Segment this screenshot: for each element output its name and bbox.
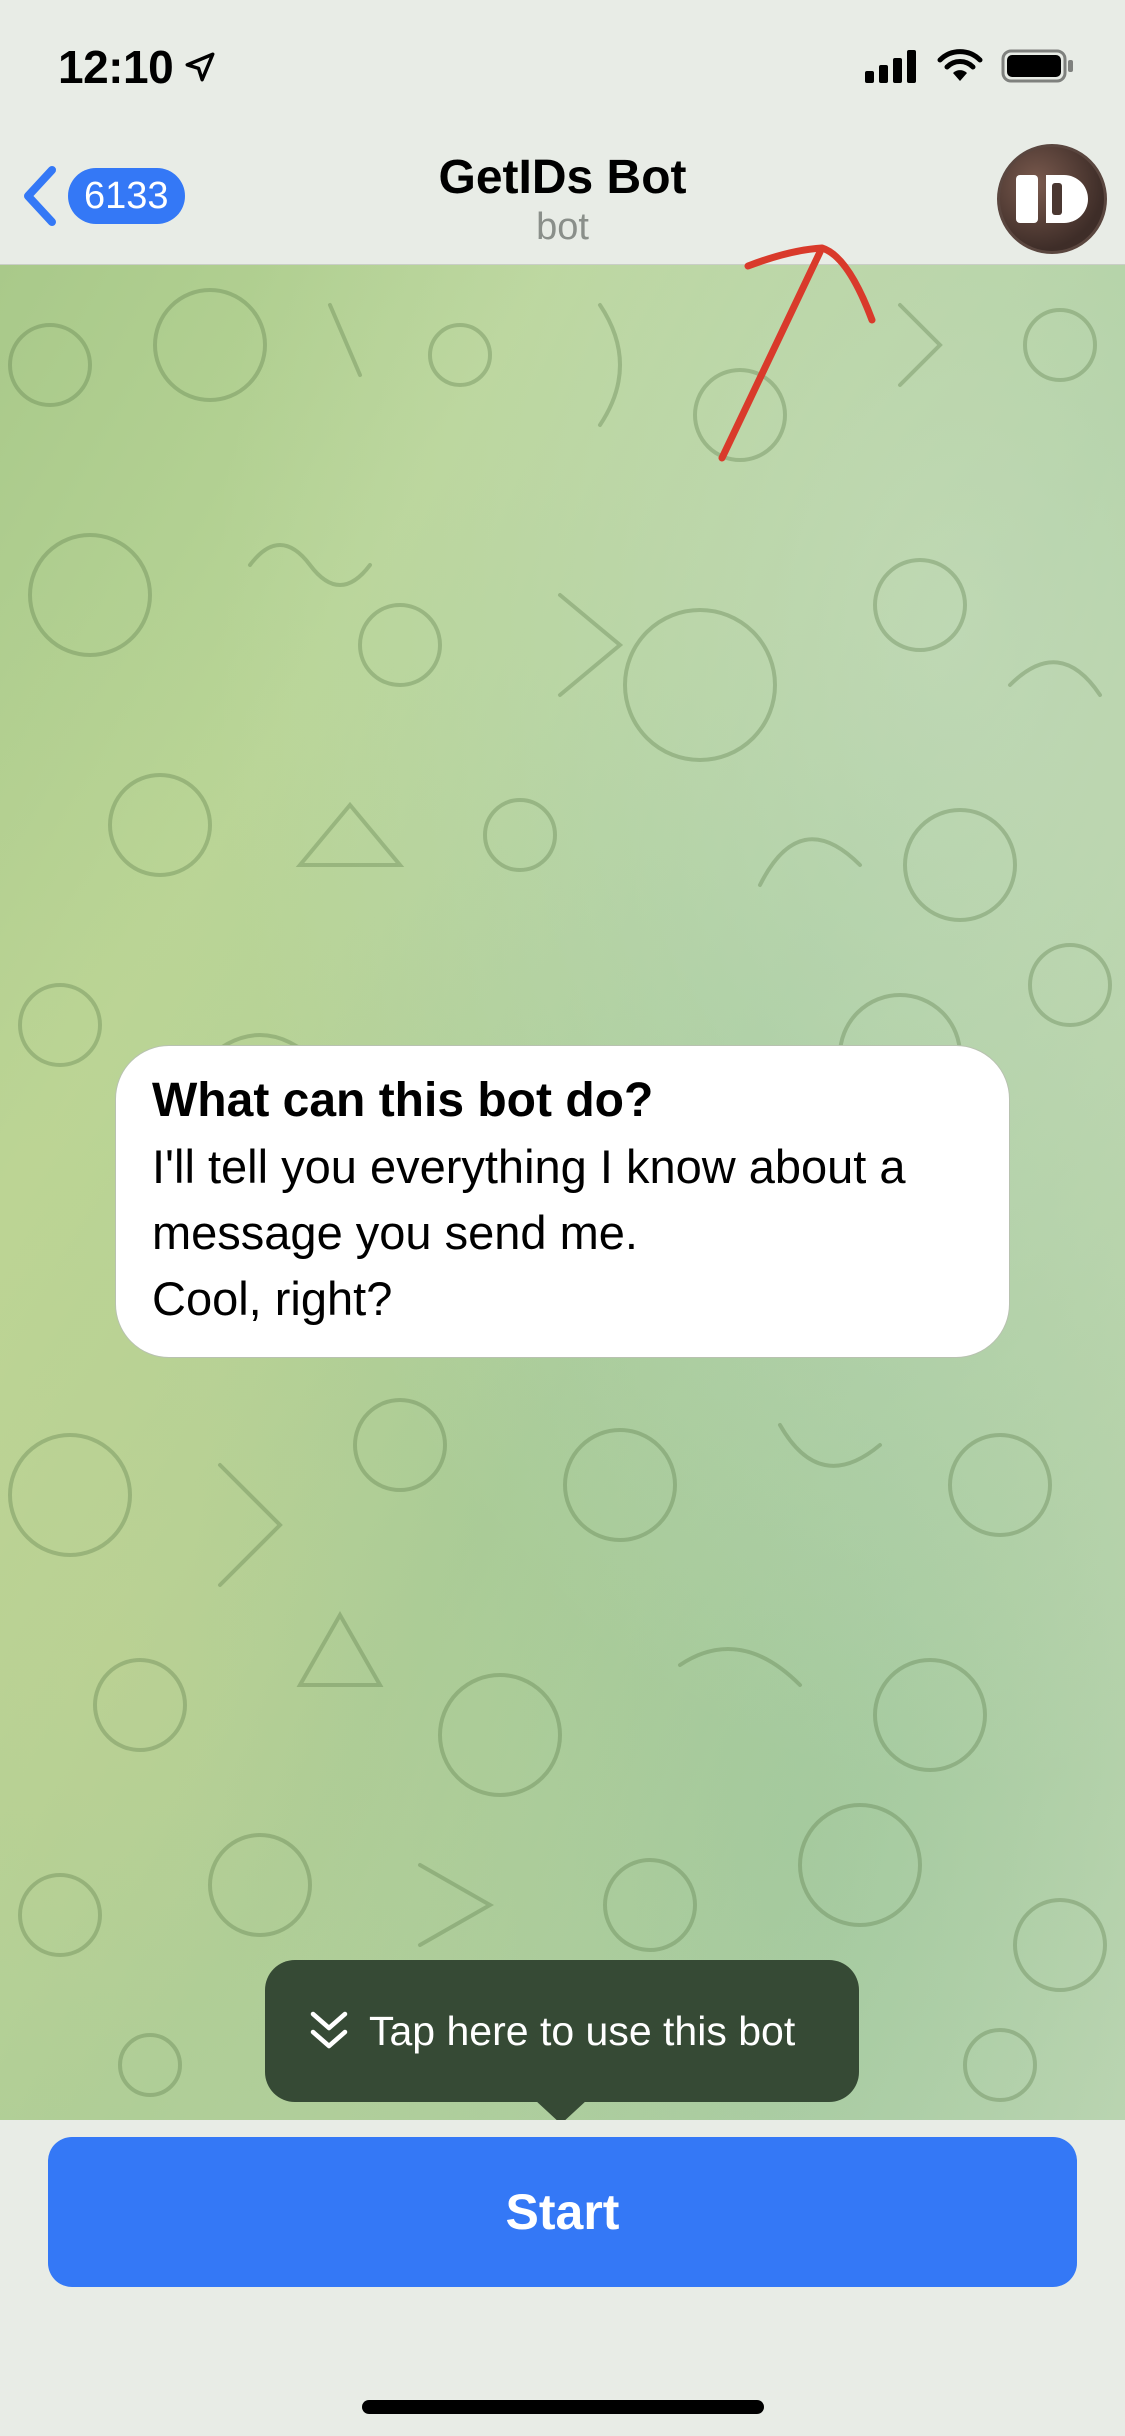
wifi-icon [937, 49, 983, 81]
bot-description-bubble: What can this bot do? I'll tell you ever… [115, 1045, 1010, 1358]
status-bar: 12:10 [0, 0, 1125, 140]
chat-subtitle: bot [536, 206, 589, 248]
location-arrow-icon [185, 52, 215, 82]
bottom-bar: Start [0, 2120, 1125, 2436]
bot-avatar[interactable] [997, 144, 1107, 254]
nav-bar: 6133 GetIDs Bot bot [0, 140, 1125, 265]
time-text: 12:10 [58, 41, 174, 93]
status-icons [865, 48, 1075, 84]
status-time: 12:10 [58, 40, 217, 94]
battery-icon [1001, 49, 1073, 83]
signal-icon [865, 50, 916, 83]
bot-logo-icon [1016, 175, 1088, 223]
tooltip-text: Tap here to use this bot [369, 2007, 796, 2054]
chat-background: What can this bot do? I'll tell you ever… [0, 265, 1125, 2120]
bot-description-title: What can this bot do? [152, 1074, 654, 1127]
annotation-arrow-icon [718, 244, 876, 462]
start-hint-tooltip[interactable]: Tap here to use this bot [265, 1960, 859, 2124]
bot-description-text: I'll tell you everything I know about a … [152, 1140, 906, 1325]
home-indicator[interactable] [362, 2400, 764, 2414]
start-button[interactable]: Start [48, 2137, 1077, 2287]
double-chevron-down-icon [310, 2011, 348, 2049]
chat-title[interactable]: GetIDs Bot [0, 150, 1125, 205]
